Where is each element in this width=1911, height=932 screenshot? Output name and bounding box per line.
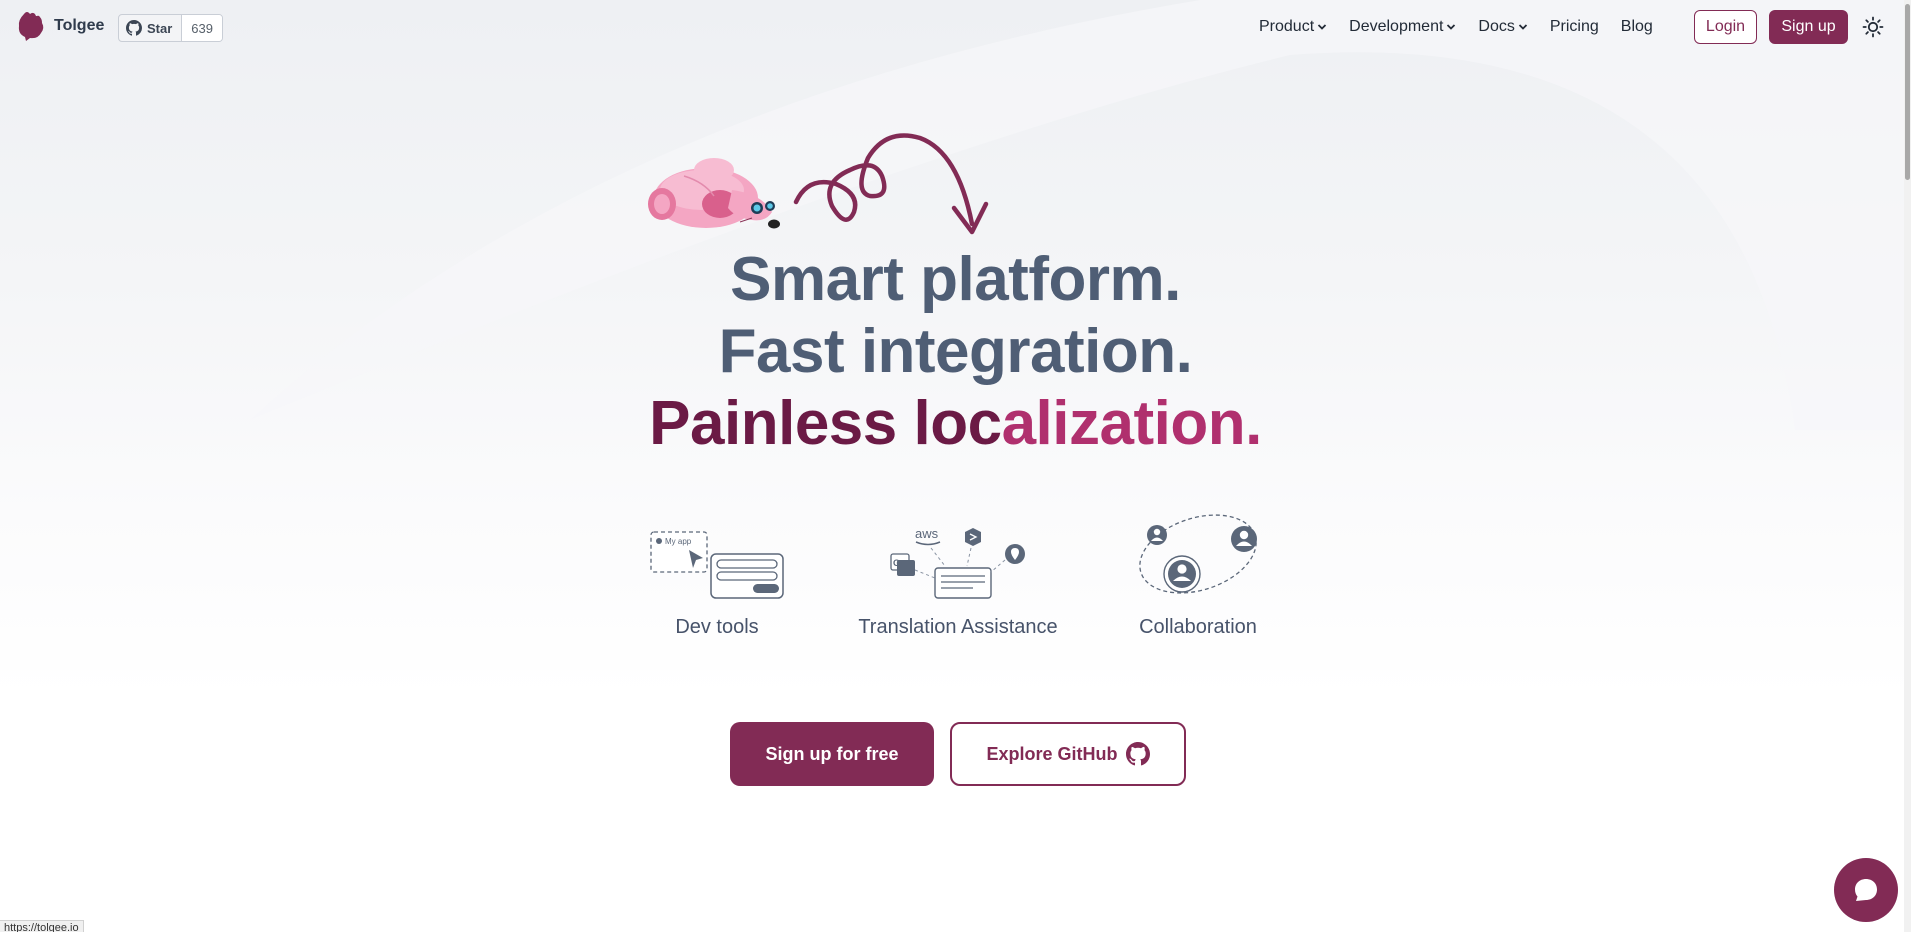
- sun-icon[interactable]: [1862, 16, 1884, 38]
- hero-line-1: Smart platform.: [730, 245, 1181, 314]
- brand-home-link[interactable]: Tolgee: [16, 10, 104, 42]
- nav-docs-label: Docs: [1478, 18, 1515, 35]
- nav-pricing-label: Pricing: [1549, 18, 1599, 35]
- collaboration-illustration-icon: [1139, 514, 1257, 594]
- main-nav: Product Development Docs Pricing Blog: [1259, 14, 1675, 40]
- login-button[interactable]: Login: [1694, 10, 1757, 44]
- browser-status-url: https://tolgee.io: [0, 920, 84, 932]
- hero-line-3-part-2: alization.: [1001, 389, 1263, 458]
- aws-logo-text: aws: [915, 526, 939, 541]
- brand-name: Tolgee: [54, 17, 105, 34]
- feature-dev-tools-label: Dev tools: [675, 616, 759, 638]
- signup-for-free-button[interactable]: Sign up for free: [730, 722, 934, 786]
- curly-arrow-icon: [793, 133, 989, 235]
- hero-line-3-part-1: Painless loc: [649, 389, 1002, 458]
- nav-docs[interactable]: Docs: [1478, 18, 1528, 36]
- translation-assistance-illustration-icon: aws G: [890, 526, 1025, 599]
- signup-button[interactable]: Sign up: [1769, 10, 1848, 44]
- top-navigation: Tolgee Star 639 Product Development Docs: [0, 0, 1911, 54]
- dev-tools-mini-text: My app: [665, 537, 692, 546]
- feature-dev-tools[interactable]: My app Dev tools: [647, 510, 787, 639]
- signup-for-free-label: Sign up for free: [765, 743, 899, 764]
- hero-headline: Smart platform. Fast integration. Painle…: [0, 244, 1911, 460]
- page-scrollbar[interactable]: [1904, 0, 1911, 932]
- hero-line-2: Fast integration.: [718, 317, 1193, 386]
- chevron-down-icon: [1447, 24, 1456, 30]
- github-icon: [1125, 742, 1150, 766]
- dev-tools-illustration-icon: My app: [650, 531, 784, 599]
- explore-github-button[interactable]: Explore GitHub: [950, 722, 1186, 786]
- github-star-widget[interactable]: Star 639: [118, 14, 223, 42]
- chevron-down-icon: [1518, 24, 1528, 30]
- chat-widget-button[interactable]: [1834, 858, 1898, 922]
- nav-blog[interactable]: Blog: [1621, 18, 1653, 36]
- chat-bubble-icon: [1855, 879, 1877, 901]
- feature-collaboration[interactable]: Collaboration: [1128, 510, 1268, 639]
- hero-line-3: Painless localization.: [0, 388, 1911, 460]
- nav-product-label: Product: [1259, 18, 1315, 35]
- github-star-count[interactable]: 639: [182, 15, 222, 41]
- chevron-down-icon: [1318, 24, 1327, 30]
- tolgee-logo-icon: [18, 12, 44, 41]
- nav-product[interactable]: Product: [1259, 18, 1327, 36]
- nav-development-label: Development: [1349, 18, 1444, 35]
- feature-translation-assistance-label: Translation Assistance: [858, 616, 1058, 638]
- github-icon: [126, 20, 142, 36]
- tolgee-mouse-mascot-icon: [648, 158, 780, 229]
- nav-pricing[interactable]: Pricing: [1550, 18, 1599, 36]
- scrollbar-thumb[interactable]: [1905, 4, 1910, 180]
- page: Tolgee Star 639 Product Development Docs: [0, 0, 1911, 932]
- feature-translation-assistance[interactable]: aws G Translation Assistance: [853, 510, 1063, 639]
- explore-github-label: Explore GitHub: [986, 743, 1118, 764]
- github-star-button[interactable]: Star: [119, 15, 183, 41]
- feature-collaboration-label: Collaboration: [1139, 616, 1257, 638]
- nav-development[interactable]: Development: [1349, 18, 1456, 36]
- svg-text:G: G: [893, 558, 900, 568]
- github-star-label: Star: [147, 20, 173, 36]
- nav-blog-label: Blog: [1620, 18, 1653, 35]
